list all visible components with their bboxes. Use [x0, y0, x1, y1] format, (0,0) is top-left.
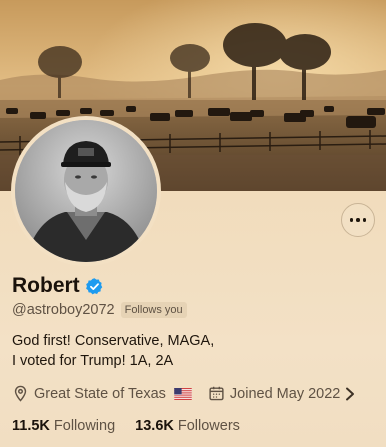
followers-label: Followers — [177, 418, 240, 434]
avatar-image — [15, 120, 157, 262]
followers-count: 13.6K — [135, 418, 174, 434]
more-horizontal-icon — [349, 218, 367, 222]
profile-bio: God first! Conservative, MAGA, I voted f… — [12, 331, 214, 371]
avatar[interactable] — [11, 116, 161, 266]
bio-line: God first! Conservative, MAGA, — [12, 333, 215, 349]
location-item: Great State of Texas — [12, 385, 192, 402]
followers-link[interactable]: 13.6K Followers — [135, 418, 240, 434]
location-pin-icon — [14, 385, 27, 402]
profile-stats: 11.5K Following 13.6K Followers — [12, 418, 240, 434]
profile-name: Robert — [12, 274, 80, 297]
bio-line: I voted for Trump! 1A, 2A — [12, 353, 174, 369]
profile-name-row: Robert — [12, 274, 104, 298]
profile-handle: @astroboy2072 — [12, 302, 115, 318]
follows-you-badge: Follows you — [120, 302, 187, 318]
us-flag-icon — [174, 387, 192, 400]
chevron-right-icon[interactable] — [344, 387, 356, 401]
verified-badge-icon[interactable] — [85, 277, 104, 296]
location-text: Great State of Texas — [34, 385, 166, 402]
handle-row: @astroboy2072 Follows you — [12, 302, 187, 318]
calendar-icon — [209, 386, 224, 401]
more-options-button[interactable] — [341, 203, 375, 237]
joined-text: Joined May 2022 — [229, 385, 341, 402]
profile-meta: Great State of Texas Joined May 2022 — [12, 385, 356, 402]
following-count: 11.5K — [12, 418, 50, 434]
joined-item: Joined May 2022 — [208, 385, 340, 402]
following-link[interactable]: 11.5K Following — [12, 418, 115, 434]
following-label: Following — [53, 418, 116, 434]
